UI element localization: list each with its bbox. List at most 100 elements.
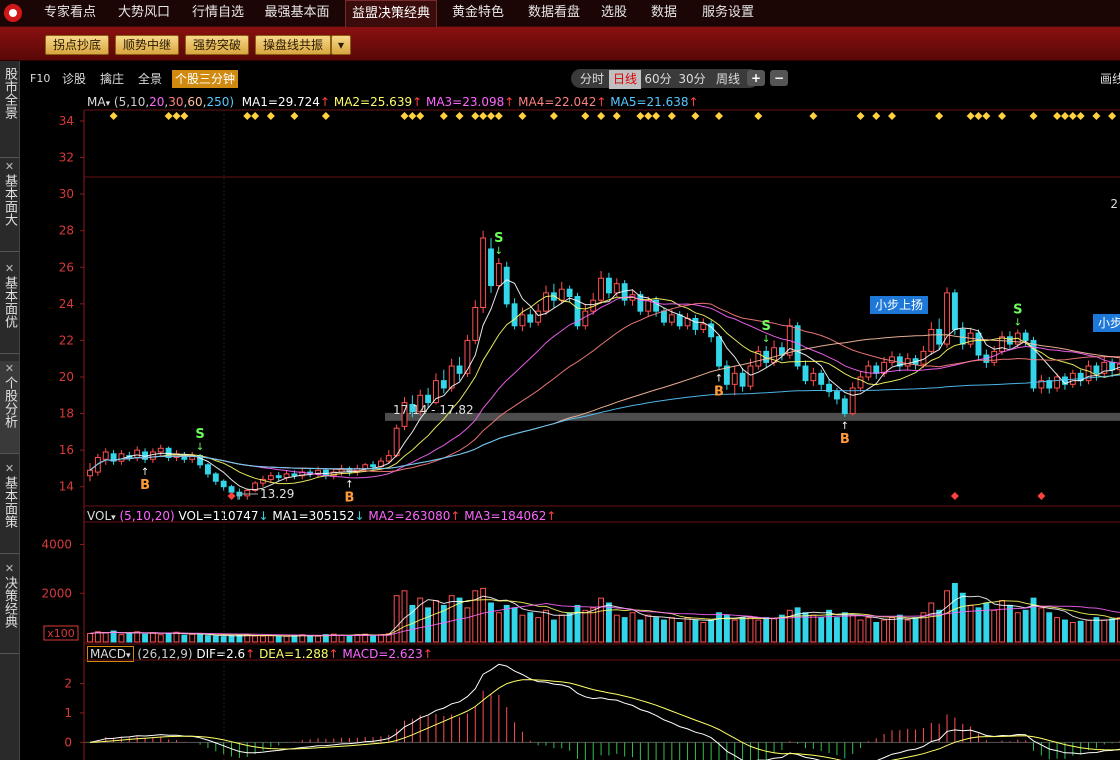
nav-decision-classic[interactable]: 益盟决策经典 <box>345 0 437 27</box>
volume-bar <box>1038 607 1045 643</box>
candle-body <box>700 323 707 330</box>
side-tab-fundamental-good[interactable]: ✕ 基本面优 <box>0 261 19 354</box>
side-tab-fundamental-strategy[interactable]: ✕ 基本面策 <box>0 461 19 554</box>
macd-indicator-name[interactable]: MACD▾ <box>87 646 134 662</box>
close-icon[interactable]: ✕ <box>0 261 19 276</box>
volume-bar <box>605 602 612 643</box>
strategy-toolbar: 拐点抄底 顺势中继 强势突破 操盘线共振 ▾ <box>0 27 1120 61</box>
period-intraday[interactable]: 分时 <box>577 70 607 89</box>
candle-body <box>928 328 935 352</box>
f10-button[interactable]: F10 <box>30 70 50 88</box>
volume-bar <box>912 617 919 643</box>
catch-dealer-button[interactable]: 擒庄 <box>100 70 124 88</box>
resonance-button[interactable]: 操盘线共振 <box>255 35 331 55</box>
chevron-down-icon[interactable]: ▾ <box>106 99 111 109</box>
trend-relay-button[interactable]: 顺势中继 <box>115 35 179 55</box>
candle-body <box>393 427 400 457</box>
drawing-line-button[interactable]: 画线 <box>1100 70 1120 88</box>
period-30min[interactable]: 30分 <box>677 70 707 89</box>
volume-bar <box>661 619 667 643</box>
volume-bar <box>692 619 699 643</box>
nav-data[interactable]: 数据 <box>644 0 684 26</box>
volume-bar <box>778 614 785 643</box>
candle-body <box>543 292 549 312</box>
stock-three-minutes-button[interactable]: 个股三分钟 <box>172 70 239 88</box>
volume-bar <box>613 614 620 643</box>
zoom-in-button[interactable]: + <box>747 70 765 86</box>
volume-bar <box>747 617 754 643</box>
candle-body <box>142 451 148 460</box>
strong-breakout-button[interactable]: 强势突破 <box>185 35 249 55</box>
candle-body <box>1101 361 1108 374</box>
diamond-marker <box>408 112 417 120</box>
candle-body <box>260 478 266 484</box>
side-tab-fundamental-big[interactable]: ✕ 基本面大 <box>0 159 19 252</box>
side-tab-decision-classic[interactable]: ✕ 决策经典 <box>0 561 19 654</box>
candle-body <box>605 277 612 294</box>
stock-chart[interactable]: 343230282624222018161440002000x100210 ↑B… <box>0 0 1120 760</box>
volume-bar <box>716 612 722 643</box>
volume-bar <box>456 597 463 643</box>
nav-stock-picker[interactable]: 选股 <box>594 0 634 26</box>
vol-indicator-name[interactable]: VOL <box>87 509 111 523</box>
period-60min[interactable]: 60分 <box>643 70 673 89</box>
volume-bar <box>370 634 376 643</box>
nav-settings[interactable]: 服务设置 <box>692 0 764 26</box>
volume-bar <box>527 612 534 643</box>
candle-body <box>582 310 589 327</box>
volume-bar <box>181 634 188 643</box>
nav-data-board[interactable]: 数据看盘 <box>518 0 590 26</box>
more-dropdown-icon[interactable]: ▾ <box>331 35 351 55</box>
volume-bar <box>315 635 321 643</box>
app-logo-icon[interactable] <box>4 4 22 22</box>
nav-gold[interactable]: 黄金特色 <box>442 0 514 26</box>
side-tab-market-overview[interactable]: 股市全景 <box>0 61 19 158</box>
diamond-marker <box>455 112 464 120</box>
buy-arrow-icon: ↑ <box>345 480 353 491</box>
diamond-marker <box>652 112 661 120</box>
candle-body <box>550 292 557 301</box>
candle-body <box>983 354 990 363</box>
candle-body <box>912 358 919 365</box>
close-icon[interactable]: ✕ <box>0 561 19 576</box>
diamond-marker <box>471 112 480 120</box>
turning-point-button[interactable]: 拐点抄底 <box>45 35 109 55</box>
candle-body <box>1022 332 1029 341</box>
diamond-marker <box>636 112 645 120</box>
arrow-up-icon: ↑ <box>412 95 423 109</box>
zoom-out-button[interactable]: − <box>770 70 788 86</box>
volume-bar <box>1054 617 1061 643</box>
macd-tick-label: 2 <box>64 677 72 691</box>
volume-bar <box>519 614 526 643</box>
diamond-marker <box>644 112 653 120</box>
side-tab-stock-analysis[interactable]: ✕ 个股分析 <box>0 361 19 454</box>
nav-watchlist[interactable]: 行情自选 <box>182 0 254 26</box>
nav-experts[interactable]: 专家看点 <box>34 0 106 26</box>
candle-body <box>1093 365 1100 374</box>
volume-bar <box>142 633 148 643</box>
candle-body <box>503 266 510 305</box>
volume-bar <box>700 622 707 643</box>
nav-trend[interactable]: 大势风口 <box>108 0 180 26</box>
candle-body <box>731 372 738 385</box>
side-tab-label: 基本面大 <box>2 174 17 226</box>
volume-bar <box>1085 619 1092 643</box>
price-tick-label: 14 <box>59 480 74 494</box>
arrow-up-icon: ↑ <box>319 95 331 109</box>
chevron-down-icon[interactable]: ▾ <box>111 513 116 523</box>
volume-bar <box>1101 619 1108 643</box>
ma2-value: MA2=25.639 <box>333 95 413 109</box>
dif-line <box>89 663 1120 760</box>
nav-fundamentals[interactable]: 最强基本面 <box>256 0 338 26</box>
candle-body <box>283 473 290 479</box>
close-icon[interactable]: ✕ <box>0 461 19 476</box>
close-icon[interactable]: ✕ <box>0 159 19 174</box>
ma-indicator-name[interactable]: MA <box>87 95 106 109</box>
close-icon[interactable]: ✕ <box>0 361 19 376</box>
panorama-button[interactable]: 全景 <box>138 70 162 88</box>
period-daily[interactable]: 日线 <box>609 70 641 89</box>
period-weekly[interactable]: 周线 <box>713 70 743 89</box>
dea-line <box>89 679 1120 760</box>
diagnose-button[interactable]: 诊股 <box>62 70 86 88</box>
volume-bar <box>1030 597 1037 643</box>
